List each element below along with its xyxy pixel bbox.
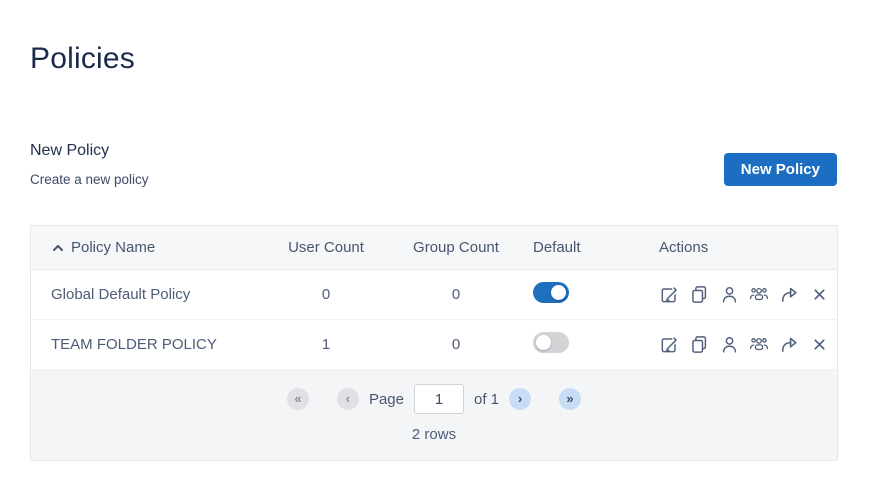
group-count-cell: 0: [391, 286, 521, 303]
column-header-label: Policy Name: [71, 239, 155, 256]
group-icon[interactable]: [749, 285, 769, 305]
toggle-knob: [536, 335, 551, 350]
page-label: Page: [369, 391, 404, 408]
table-footer: « ‹ Page of 1 › » 2 rows: [31, 370, 837, 460]
last-page-button[interactable]: »: [559, 388, 581, 410]
new-policy-button[interactable]: New Policy: [724, 153, 837, 186]
page-title: Policies: [30, 42, 135, 76]
page-of-label: of 1: [474, 391, 499, 408]
pagination: « ‹ Page of 1 › »: [31, 384, 837, 414]
default-toggle[interactable]: [533, 332, 569, 353]
next-page-button[interactable]: ›: [509, 388, 531, 410]
edit-icon[interactable]: [659, 335, 679, 355]
section-heading: New Policy: [30, 142, 149, 160]
policies-table: Policy Name User Count Group Count Defau…: [30, 225, 838, 461]
toggle-knob: [551, 285, 566, 300]
page-number-input[interactable]: [414, 384, 464, 414]
group-icon[interactable]: [749, 335, 769, 355]
copy-icon[interactable]: [689, 285, 709, 305]
user-count-cell: 0: [261, 286, 391, 303]
user-count-cell: 1: [261, 336, 391, 353]
actions-cell: [647, 335, 837, 355]
delete-icon[interactable]: [809, 285, 829, 305]
edit-icon[interactable]: [659, 285, 679, 305]
table-header-row: Policy Name User Count Group Count Defau…: [31, 226, 837, 270]
default-toggle[interactable]: [533, 282, 569, 303]
column-header-policy-name[interactable]: Policy Name: [31, 239, 261, 256]
user-icon[interactable]: [719, 335, 739, 355]
share-icon[interactable]: [779, 285, 799, 305]
table-row: TEAM FOLDER POLICY 1 0: [31, 320, 837, 370]
delete-icon[interactable]: [809, 335, 829, 355]
policy-name-cell: Global Default Policy: [31, 286, 261, 303]
section-subheading: Create a new policy: [30, 172, 149, 187]
column-header-group-count: Group Count: [391, 239, 521, 256]
column-header-default: Default: [521, 239, 647, 256]
policy-name-cell: TEAM FOLDER POLICY: [31, 336, 261, 353]
table-row: Global Default Policy 0 0: [31, 270, 837, 320]
copy-icon[interactable]: [689, 335, 709, 355]
sort-asc-icon[interactable]: [51, 241, 65, 255]
actions-cell: [647, 285, 837, 305]
group-count-cell: 0: [391, 336, 521, 353]
new-policy-section: New Policy Create a new policy: [30, 142, 149, 187]
first-page-button[interactable]: «: [287, 388, 309, 410]
prev-page-button[interactable]: ‹: [337, 388, 359, 410]
rows-summary: 2 rows: [31, 426, 837, 443]
share-icon[interactable]: [779, 335, 799, 355]
user-icon[interactable]: [719, 285, 739, 305]
policies-page: Policies New Policy Create a new policy …: [0, 0, 878, 484]
column-header-actions: Actions: [647, 239, 837, 256]
column-header-user-count: User Count: [261, 239, 391, 256]
